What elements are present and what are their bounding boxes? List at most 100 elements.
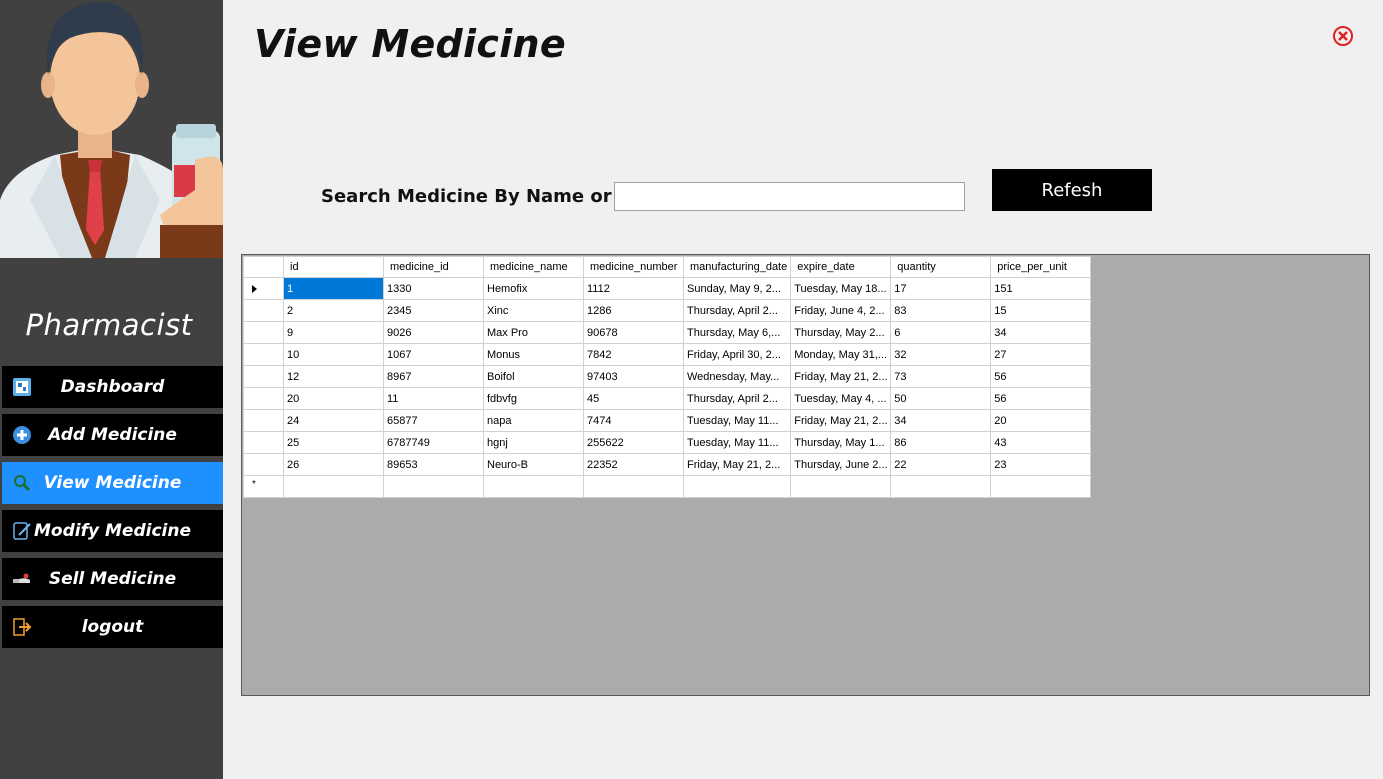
- table-cell[interactable]: Friday, May 21, 2...: [682, 453, 792, 476]
- table-cell[interactable]: 10: [283, 343, 384, 366]
- table-cell[interactable]: napa: [483, 409, 584, 432]
- table-cell[interactable]: 25: [283, 431, 384, 454]
- table-cell[interactable]: 45: [583, 387, 684, 410]
- nav-view-medicine-button[interactable]: View Medicine: [2, 462, 223, 504]
- table-cell[interactable]: 26: [283, 453, 384, 476]
- table-cell[interactable]: Neuro-B: [483, 453, 584, 476]
- table-cell[interactable]: Max Pro: [483, 321, 584, 344]
- table-row[interactable]: 2 2345 Xinc 1286 Thursday, April 2... Friday,…: [243, 299, 1092, 322]
- row-header[interactable]: [243, 343, 284, 366]
- table-cell[interactable]: 2: [283, 299, 384, 322]
- table-cell[interactable]: Thursday, May 2...: [790, 321, 892, 344]
- row-header[interactable]: [243, 365, 284, 388]
- table-cell[interactable]: 83: [890, 299, 992, 322]
- table-cell[interactable]: 34: [990, 321, 1092, 344]
- table-cell[interactable]: Sunday, May 9, 2...: [682, 277, 792, 300]
- table-cell[interactable]: Friday, April 30, 2...: [682, 343, 792, 366]
- table-cell[interactable]: 15: [990, 299, 1092, 322]
- table-cell[interactable]: Boifol: [483, 365, 584, 388]
- column-header-medicine-number[interactable]: medicine_number: [583, 256, 684, 278]
- table-cell[interactable]: 73: [890, 365, 992, 388]
- table-cell[interactable]: Tuesday, May 18...: [790, 277, 892, 300]
- table-cell[interactable]: Hemofix: [483, 277, 584, 300]
- close-button[interactable]: [1332, 25, 1354, 47]
- table-cell[interactable]: 20: [990, 409, 1092, 432]
- table-cell[interactable]: 86: [890, 431, 992, 454]
- table-cell[interactable]: Thursday, April 2...: [682, 299, 792, 322]
- table-cell[interactable]: [990, 475, 1092, 498]
- table-row[interactable]: 24 65877 napa 7474 Tuesday, May 11... Friday,…: [243, 409, 1092, 432]
- table-cell[interactable]: Friday, May 21, 2...: [790, 409, 892, 432]
- table-cell[interactable]: 27: [990, 343, 1092, 366]
- column-header-manufacturing-date[interactable]: manufacturing_date: [682, 256, 792, 278]
- table-cell[interactable]: 23: [990, 453, 1092, 476]
- table-row[interactable]: 25 6787749 hgnj 255622 Tuesday, May 11... Thu…: [243, 431, 1092, 454]
- table-cell[interactable]: 11: [383, 387, 484, 410]
- row-header[interactable]: [243, 453, 284, 476]
- column-header-id[interactable]: id: [283, 256, 384, 278]
- row-header[interactable]: [243, 409, 284, 432]
- medicine-grid[interactable]: id medicine_id medicine_name medicine_nu…: [241, 254, 1370, 696]
- table-cell[interactable]: 22352: [583, 453, 684, 476]
- refresh-button[interactable]: Refesh: [992, 169, 1152, 211]
- table-cell[interactable]: 24: [283, 409, 384, 432]
- table-cell[interactable]: 6: [890, 321, 992, 344]
- table-cell[interactable]: [283, 475, 384, 498]
- row-header[interactable]: *: [243, 475, 284, 498]
- table-cell[interactable]: Thursday, April 2...: [682, 387, 792, 410]
- table-cell[interactable]: 8967: [383, 365, 484, 388]
- table-cell[interactable]: 89653: [383, 453, 484, 476]
- table-cell[interactable]: Tuesday, May 4, ...: [790, 387, 892, 410]
- table-cell[interactable]: 12: [283, 365, 384, 388]
- table-cell[interactable]: 56: [990, 387, 1092, 410]
- table-row[interactable]: 10 1067 Monus 7842 Friday, April 30, 2... Mon…: [243, 343, 1092, 366]
- table-cell[interactable]: 1286: [583, 299, 684, 322]
- table-cell[interactable]: [583, 475, 684, 498]
- table-cell[interactable]: 1: [283, 277, 384, 300]
- table-cell[interactable]: 22: [890, 453, 992, 476]
- nav-dashboard-button[interactable]: Dashboard: [2, 366, 223, 408]
- table-cell[interactable]: 2345: [383, 299, 484, 322]
- table-row[interactable]: 12 8967 Boifol 97403 Wednesday, May... Friday…: [243, 365, 1092, 388]
- table-cell[interactable]: Tuesday, May 11...: [682, 431, 792, 454]
- table-cell[interactable]: [790, 475, 892, 498]
- table-cell[interactable]: 43: [990, 431, 1092, 454]
- table-row[interactable]: 1 1330 Hemofix 1112 Sunday, May 9, 2... Tuesd…: [243, 277, 1092, 300]
- table-cell[interactable]: 32: [890, 343, 992, 366]
- table-cell[interactable]: 65877: [383, 409, 484, 432]
- table-cell[interactable]: 56: [990, 365, 1092, 388]
- table-cell[interactable]: Xinc: [483, 299, 584, 322]
- column-header-medicine-id[interactable]: medicine_id: [383, 256, 484, 278]
- table-cell[interactable]: Monday, May 31,...: [790, 343, 892, 366]
- table-row[interactable]: 9 9026 Max Pro 90678 Thursday, May 6,... Thur…: [243, 321, 1092, 344]
- table-cell[interactable]: 7474: [583, 409, 684, 432]
- table-cell[interactable]: 17: [890, 277, 992, 300]
- table-cell[interactable]: 50: [890, 387, 992, 410]
- table-cell[interactable]: Wednesday, May...: [682, 365, 792, 388]
- column-header-medicine-name[interactable]: medicine_name: [483, 256, 584, 278]
- table-cell[interactable]: 6787749: [383, 431, 484, 454]
- row-header[interactable]: [243, 387, 284, 410]
- search-input[interactable]: [614, 182, 965, 211]
- row-header[interactable]: [243, 277, 284, 300]
- table-cell[interactable]: 34: [890, 409, 992, 432]
- table-row[interactable]: 26 89653 Neuro-B 22352 Friday, May 21, 2... T…: [243, 453, 1092, 476]
- nav-logout-button[interactable]: logout: [2, 606, 223, 648]
- table-cell[interactable]: 9: [283, 321, 384, 344]
- table-cell[interactable]: Thursday, June 2...: [790, 453, 892, 476]
- table-cell[interactable]: 255622: [583, 431, 684, 454]
- table-cell[interactable]: fdbvfg: [483, 387, 584, 410]
- table-cell[interactable]: [383, 475, 484, 498]
- row-header[interactable]: [243, 321, 284, 344]
- nav-modify-medicine-button[interactable]: Modify Medicine: [2, 510, 223, 552]
- table-cell[interactable]: 20: [283, 387, 384, 410]
- table-cell[interactable]: Monus: [483, 343, 584, 366]
- table-cell[interactable]: 1330: [383, 277, 484, 300]
- table-cell[interactable]: [682, 475, 792, 498]
- table-cell[interactable]: [483, 475, 584, 498]
- table-cell[interactable]: hgnj: [483, 431, 584, 454]
- table-cell[interactable]: Thursday, May 6,...: [682, 321, 792, 344]
- table-cell[interactable]: 151: [990, 277, 1092, 300]
- table-cell[interactable]: [890, 475, 992, 498]
- table-cell[interactable]: 1112: [583, 277, 684, 300]
